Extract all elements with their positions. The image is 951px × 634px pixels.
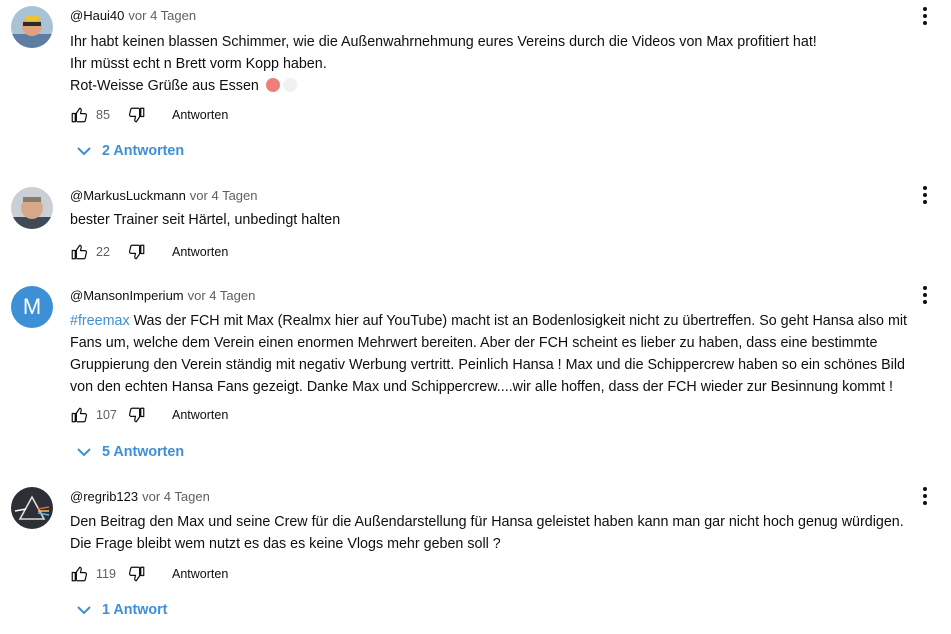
comment-line-text: Rot-Weisse Grüße aus Essen [70, 78, 259, 94]
chevron-down-icon [77, 606, 91, 615]
author-name[interactable]: @regrib123 [70, 489, 138, 504]
avatar[interactable] [11, 487, 53, 529]
thumb-down-icon[interactable] [128, 565, 146, 583]
more-vert-icon[interactable] [917, 4, 933, 28]
avatar[interactable] [11, 6, 53, 48]
comment-line: Ihr habt keinen blassen Schimmer, wie di… [70, 34, 817, 50]
author-name[interactable]: @Haui40 [70, 8, 124, 23]
comment-time[interactable]: vor 4 Tagen [142, 489, 210, 504]
thumb-up-icon[interactable] [70, 243, 88, 261]
like-count: 22 [96, 245, 110, 259]
comment-line: #freemax Was der FCH mit Max (Realmx hie… [70, 310, 940, 332]
replies-count-label: 5 Antworten [102, 444, 185, 460]
comment-time[interactable]: vor 4 Tagen [128, 8, 196, 23]
avatar[interactable]: M [11, 286, 53, 328]
reply-button[interactable]: Antworten [172, 245, 228, 259]
like-count: 119 [96, 567, 116, 581]
avatar-letter: M [22, 294, 42, 319]
reply-button[interactable]: Antworten [172, 567, 228, 581]
thumb-up-icon[interactable] [70, 106, 88, 124]
thumb-down-icon[interactable] [128, 243, 146, 261]
thumb-down-icon[interactable] [128, 106, 146, 124]
comment-line: Gruppierung den Verein ständig mit negat… [70, 357, 905, 373]
comment-actions: 107 Antworten [70, 403, 228, 427]
show-replies-button[interactable]: 2 Antworten [76, 140, 184, 162]
comment-header: @MansonImperium vor 4 Tagen [70, 288, 255, 303]
comment-line: Die Frage bleibt wem nutzt es das es kei… [70, 536, 501, 552]
comment-line: von den echten Hansa Fans gezeigt. Danke… [70, 379, 894, 395]
comment-text: bester Trainer seit Härtel, unbedingt ha… [70, 209, 940, 231]
comment-line: Den Beitrag den Max und seine Crew für d… [70, 514, 904, 530]
comment-text: #freemax Was der FCH mit Max (Realmx hie… [70, 310, 940, 398]
more-vert-icon[interactable] [917, 183, 933, 207]
comment-line: Ihr müsst echt n Brett vorm Kopp haben. [70, 56, 327, 72]
comment-header: @MarkusLuckmann vor 4 Tagen [70, 188, 258, 203]
comment-line-text: Was der FCH mit Max (Realmx hier auf You… [129, 313, 908, 329]
thumb-down-icon[interactable] [128, 406, 146, 424]
hashtag-link[interactable]: #freemax [70, 313, 130, 329]
comment-actions: 119 Antworten [70, 562, 228, 586]
reply-button[interactable]: Antworten [172, 108, 228, 122]
comment-text: Ihr habt keinen blassen Schimmer, wie di… [70, 31, 940, 97]
replies-count-label: 2 Antworten [102, 143, 185, 159]
avatar[interactable] [11, 187, 53, 229]
author-name[interactable]: @MansonImperium [70, 288, 184, 303]
chevron-down-icon [77, 448, 91, 457]
comment-time[interactable]: vor 4 Tagen [190, 188, 258, 203]
more-vert-icon[interactable] [917, 283, 933, 307]
show-replies-button[interactable]: 1 Antwort [76, 599, 167, 621]
white-circle-emoji-icon [282, 78, 297, 92]
more-vert-icon[interactable] [917, 484, 933, 508]
thumb-up-icon[interactable] [70, 565, 88, 583]
comment-text: Den Beitrag den Max und seine Crew für d… [70, 511, 940, 555]
show-replies-button[interactable]: 5 Antworten [76, 441, 184, 463]
comment-actions: 85 Antworten [70, 103, 228, 127]
comment-actions: 22 Antworten [70, 240, 228, 264]
chevron-down-icon [77, 147, 91, 156]
replies-count-label: 1 Antwort [102, 602, 168, 618]
author-name[interactable]: @MarkusLuckmann [70, 188, 186, 203]
comment-line: Rot-Weisse Grüße aus Essen [70, 75, 940, 97]
reply-button[interactable]: Antworten [172, 408, 228, 422]
comment-header: @Haui40 vor 4 Tagen [70, 8, 196, 23]
comment-header: @regrib123 vor 4 Tagen [70, 489, 210, 504]
comment-line: bester Trainer seit Härtel, unbedingt ha… [70, 212, 341, 228]
comment-line: Fans um, welche dem Verein einen enormen… [70, 335, 878, 351]
red-circle-emoji-icon [265, 78, 280, 92]
like-count: 85 [96, 108, 110, 122]
like-count: 107 [96, 408, 117, 422]
comment-time[interactable]: vor 4 Tagen [188, 288, 256, 303]
thumb-up-icon[interactable] [70, 406, 88, 424]
